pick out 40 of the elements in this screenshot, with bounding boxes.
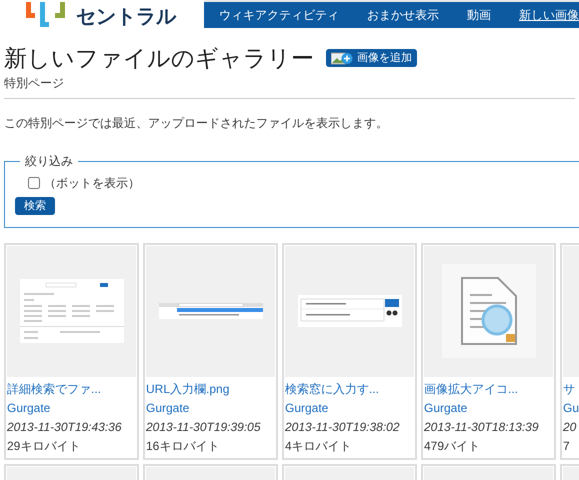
author-link[interactable]: Gurgate [285, 400, 328, 416]
show-bots-checkbox[interactable] [28, 177, 40, 189]
upload-timestamp: 2013-11-30T19:43:36 [7, 418, 122, 435]
nav-link[interactable]: 新しい画像 [519, 6, 579, 24]
author-link[interactable]: Gurgate [146, 400, 190, 416]
upload-timestamp: 2013-11-30T19:39:05 [146, 418, 261, 435]
author-link[interactable]: Gurgate [424, 400, 468, 416]
add-image-button[interactable]: 画像を追加 [326, 49, 417, 67]
file-title-link[interactable]: サ [563, 380, 575, 397]
show-bots-label: （ボットを表示） [44, 175, 140, 192]
upload-timestamp: 2013-11-30T18:13:39 [424, 418, 539, 435]
page-subtitle: 特別ページ [4, 75, 65, 92]
thumbnail-area[interactable] [146, 246, 275, 377]
document-magnifier-icon [442, 264, 536, 358]
file-size: 29キロバイト [7, 438, 80, 454]
file-title-link[interactable]: 検索窓に入力す... [285, 380, 380, 397]
thumbnail-area[interactable] [7, 246, 136, 377]
description-text: この特別ページでは最近、アップロードされたファイルを表示します。 [4, 115, 389, 132]
nav-link[interactable]: 動画 [467, 6, 491, 24]
author-link[interactable]: Gu [563, 400, 579, 416]
logo-text: セントラル [76, 7, 176, 27]
page-title: 新しいファイルのギャラリー [4, 44, 314, 72]
upload-timestamp: 2013-11-30T19:38:02 [285, 418, 400, 435]
thumbnail-area[interactable] [285, 246, 414, 377]
file-title-link[interactable]: URL入力欄.png [146, 380, 230, 397]
nav-link[interactable]: おまかせ表示 [367, 6, 439, 24]
author-link[interactable]: Gurgate [7, 400, 50, 416]
image-add-icon [331, 52, 353, 64]
logo-icon [26, 2, 68, 28]
file-size: 479バイト [424, 438, 480, 454]
file-title-link[interactable]: 画像拡大アイコ... [424, 380, 518, 397]
file-size: 4キロバイト [285, 438, 352, 454]
nav-link[interactable]: ウィキアクティビティ [219, 6, 339, 24]
thumbnail-area[interactable] [424, 246, 553, 377]
file-size: 7 [563, 438, 570, 454]
filter-legend: 絞り込み [20, 152, 78, 170]
upload-timestamp: 20 [563, 418, 576, 435]
file-title-link[interactable]: 詳細検索でファ... [7, 380, 102, 397]
search-button[interactable]: 検索 [15, 197, 55, 215]
file-size: 16キロバイト [146, 438, 220, 454]
